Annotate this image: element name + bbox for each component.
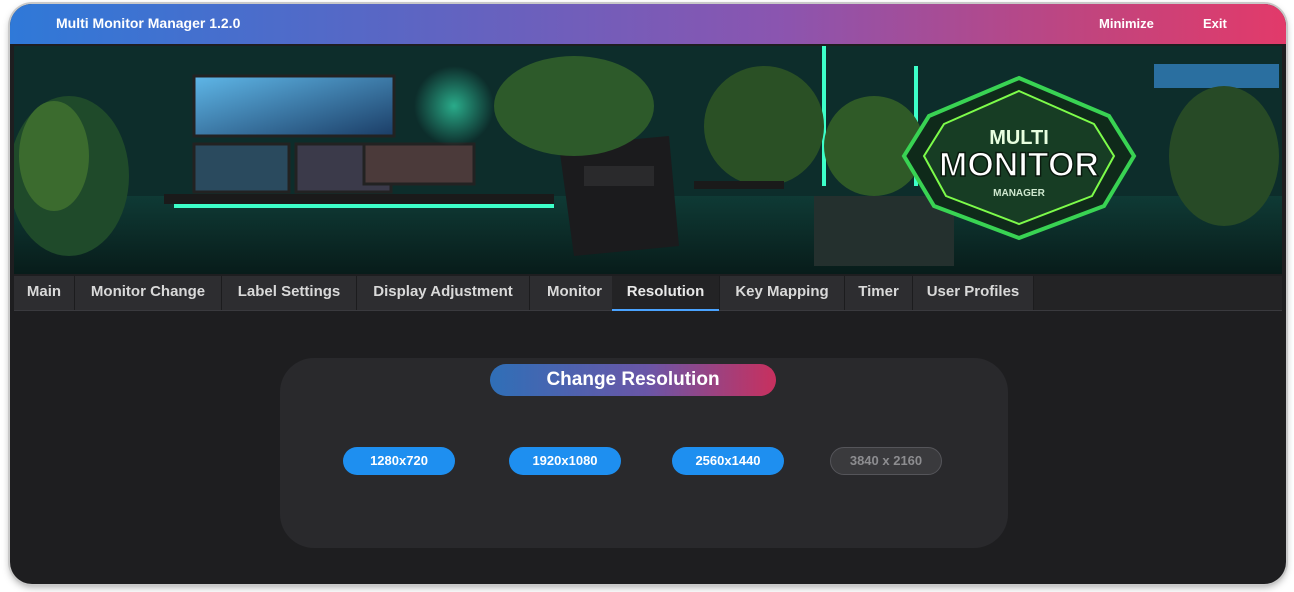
tab-resolution[interactable]: Resolution [612,276,720,311]
minimize-button[interactable]: Minimize [1099,16,1154,31]
tab-bar: Main Monitor Change Label Settings Displ… [14,276,1282,311]
resolution-1920x1080-button[interactable]: 1920x1080 [509,447,621,475]
tab-display-adjustment[interactable]: Display Adjustment [357,276,530,310]
tab-main[interactable]: Main [14,276,75,310]
title-bar: Multi Monitor Manager 1.2.0 Minimize Exi… [10,4,1286,44]
resolution-3840x2160-button: 3840 x 2160 [830,447,942,475]
exit-button[interactable]: Exit [1203,16,1227,31]
header-banner-image: MULTI MONITOR MANAGER [14,46,1282,274]
tab-key-mapping[interactable]: Key Mapping [720,276,845,310]
app-title: Multi Monitor Manager 1.2.0 [56,15,241,31]
tab-timer[interactable]: Timer [845,276,913,310]
resolution-panel: Change Resolution 1280x720 1920x1080 256… [280,358,1008,548]
resolution-2560x1440-button[interactable]: 2560x1440 [672,447,784,475]
tab-monitor[interactable]: Monitor [530,276,620,310]
tab-user-profiles[interactable]: User Profiles [913,276,1034,310]
resolution-1280x720-button[interactable]: 1280x720 [343,447,455,475]
logo-text-bottom: MANAGER [993,188,1045,199]
tab-label-settings[interactable]: Label Settings [222,276,357,310]
gaming-room-illustration: MULTI MONITOR MANAGER [14,46,1282,274]
panel-title: Change Resolution [490,364,776,396]
tab-monitor-change[interactable]: Monitor Change [75,276,222,310]
app-window: Multi Monitor Manager 1.2.0 Minimize Exi… [10,4,1286,584]
logo-text-main: MONITOR [939,146,1099,184]
